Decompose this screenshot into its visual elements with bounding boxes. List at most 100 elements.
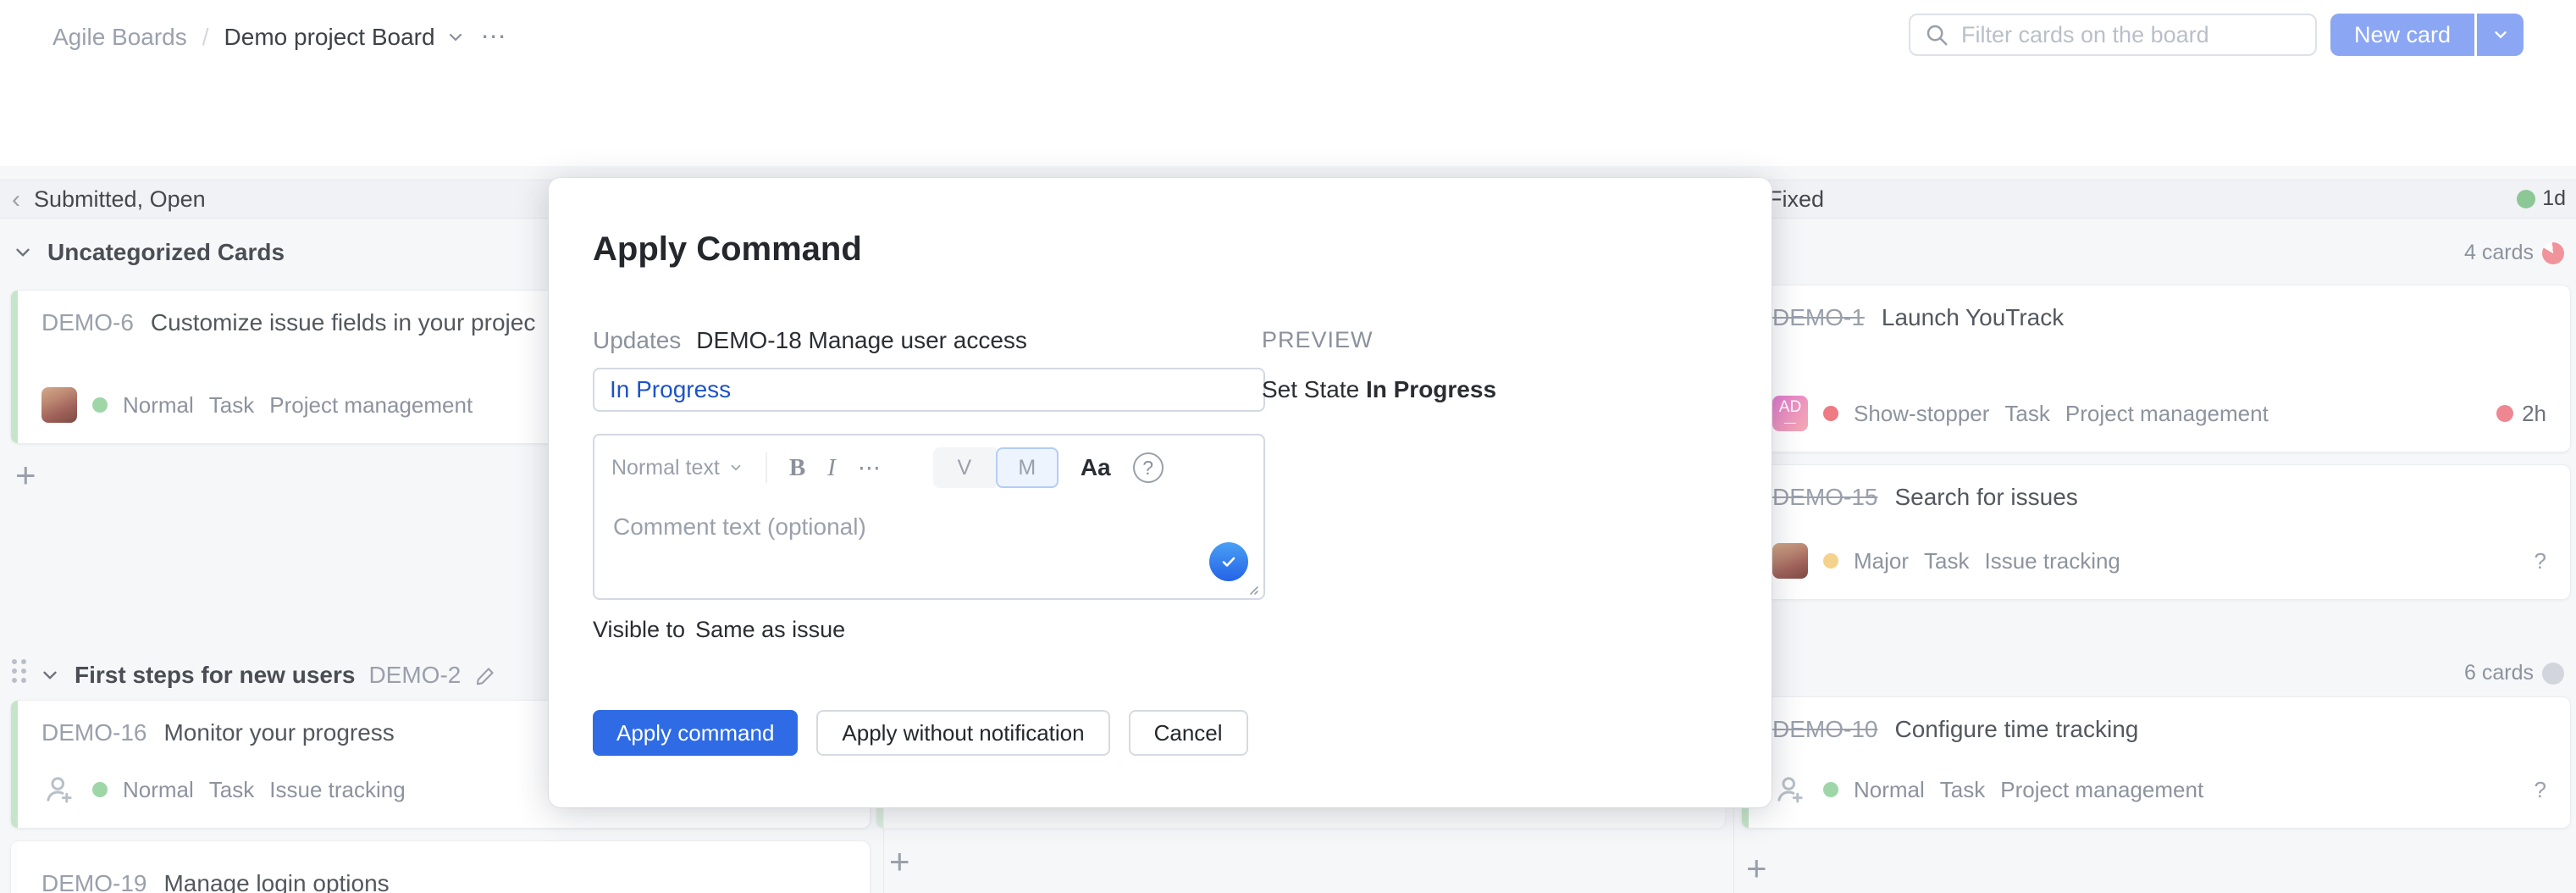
type-tag[interactable]: Task bbox=[209, 392, 254, 419]
swimlane-card-count: 4 cards bbox=[2464, 241, 2564, 265]
column-title: Submitted, Open bbox=[34, 186, 206, 213]
card-id[interactable]: DEMO-19 bbox=[41, 870, 146, 893]
bold-button[interactable]: B bbox=[789, 454, 805, 482]
preview-label: PREVIEW bbox=[1262, 327, 1374, 353]
help-icon[interactable]: ? bbox=[1133, 452, 1164, 483]
filter-cards-input[interactable] bbox=[1961, 22, 2302, 48]
type-tag[interactable]: Task bbox=[1940, 777, 1985, 803]
visibility-row: Visible to Same as issue bbox=[593, 617, 845, 643]
visibility-value[interactable]: Same as issue bbox=[695, 617, 845, 643]
card-demo-1[interactable]: DEMO-1 Launch YouTrack AD— Show-stopper … bbox=[1741, 285, 2571, 452]
card-demo-10[interactable]: DEMO-10 Configure time tracking Normal T… bbox=[1741, 696, 2571, 829]
chevron-down-icon bbox=[728, 460, 744, 475]
filter-cards-search[interactable] bbox=[1909, 14, 2317, 56]
swimlane-first-steps-label[interactable]: First steps for new users DEMO-2 bbox=[12, 659, 498, 691]
priority-tag[interactable]: Normal bbox=[123, 777, 194, 803]
subsystem-tag[interactable]: Project management bbox=[2000, 777, 2203, 803]
type-tag[interactable]: Task bbox=[2004, 401, 2049, 427]
assignee-avatar[interactable] bbox=[1772, 543, 1808, 579]
top-bar: Agile Boards / Demo project Board ⋯ New … bbox=[0, 0, 2576, 76]
card-demo-15[interactable]: DEMO-15 Search for issues Major Task Iss… bbox=[1741, 464, 2571, 600]
priority-showstopper-dot-icon bbox=[1823, 406, 1838, 421]
apply-command-button[interactable]: Apply command bbox=[593, 710, 798, 756]
font-size-button[interactable]: Aa bbox=[1081, 454, 1111, 481]
red-dot-icon bbox=[2496, 405, 2513, 422]
spent-time-value: 2h bbox=[2522, 401, 2546, 427]
subsystem-tag[interactable]: Issue tracking bbox=[269, 777, 405, 803]
markdown-mode-button[interactable]: M bbox=[996, 447, 1059, 488]
swimlane-uncategorized-label[interactable]: Uncategorized Cards bbox=[12, 239, 285, 266]
card-demo-19[interactable]: DEMO-19 Manage login options bbox=[10, 840, 871, 893]
search-icon bbox=[1924, 22, 1949, 47]
subsystem-tag[interactable]: Project management bbox=[2065, 401, 2269, 427]
priority-normal-dot-icon bbox=[92, 782, 108, 797]
new-card-button[interactable]: New card bbox=[2330, 14, 2474, 56]
priority-normal-dot-icon bbox=[1823, 782, 1838, 797]
swimlane-issue-id[interactable]: DEMO-2 bbox=[368, 662, 461, 689]
swimlane-title: Uncategorized Cards bbox=[47, 239, 285, 266]
card-id[interactable]: DEMO-15 bbox=[1772, 484, 1877, 511]
italic-button[interactable]: I bbox=[827, 454, 836, 482]
visual-mode-button[interactable]: V bbox=[933, 447, 996, 488]
estimate-badge: ? bbox=[2535, 548, 2546, 574]
edit-pencil-icon[interactable] bbox=[474, 663, 498, 687]
card-id[interactable]: DEMO-16 bbox=[41, 719, 146, 746]
card-tags-row: Normal Task Project management ? bbox=[1772, 772, 2546, 807]
apply-command-dialog: Apply Command Updates DEMO-18 Manage use… bbox=[549, 178, 1772, 807]
assignee-avatar[interactable] bbox=[41, 387, 77, 423]
text-style-selector[interactable]: Normal text bbox=[611, 456, 744, 480]
priority-tag[interactable]: Normal bbox=[123, 392, 194, 419]
editor-mode-toggle: V M bbox=[933, 447, 1059, 488]
youtrack-agile-board-screen: Agile Boards / Demo project Board ⋯ New … bbox=[0, 0, 2576, 893]
type-tag[interactable]: Task bbox=[209, 777, 254, 803]
chevron-down-icon[interactable] bbox=[39, 664, 61, 686]
preview-action: Set State In Progress bbox=[1262, 376, 1496, 403]
command-input[interactable] bbox=[593, 368, 1265, 412]
type-tag[interactable]: Task bbox=[1924, 548, 1969, 574]
subsystem-tag[interactable]: Issue tracking bbox=[1984, 548, 2120, 574]
estimate-badge: ? bbox=[2535, 777, 2546, 803]
breadcrumb: Agile Boards / Demo project Board ⋯ bbox=[53, 22, 509, 52]
collapse-column-icon[interactable]: ‹ bbox=[12, 187, 20, 213]
assignee-avatar[interactable]: AD— bbox=[1772, 396, 1808, 431]
card-count-text: 6 cards bbox=[2464, 661, 2534, 685]
chevron-down-icon[interactable] bbox=[12, 241, 34, 263]
breadcrumb-current-board[interactable]: Demo project Board bbox=[224, 24, 466, 51]
add-card-button[interactable]: + bbox=[889, 844, 910, 879]
avatar-initials: AD bbox=[1779, 399, 1801, 416]
toolbar-divider bbox=[766, 452, 767, 483]
priority-tag[interactable]: Major bbox=[1854, 548, 1909, 574]
confirm-comment-button[interactable] bbox=[1209, 542, 1248, 581]
card-id[interactable]: DEMO-10 bbox=[1772, 716, 1877, 743]
gray-dot-icon bbox=[2542, 663, 2564, 685]
column-header-submitted-open[interactable]: ‹ Submitted, Open bbox=[12, 186, 206, 213]
card-id[interactable]: DEMO-6 bbox=[41, 309, 134, 336]
column-title: Fixed bbox=[1768, 186, 1824, 213]
card-header: DEMO-10 Configure time tracking bbox=[1772, 716, 2546, 743]
priority-major-dot-icon bbox=[1823, 553, 1838, 569]
spent-time-badge: 2h bbox=[2496, 401, 2546, 427]
priority-tag[interactable]: Normal bbox=[1854, 777, 1925, 803]
card-title: Launch YouTrack bbox=[1882, 304, 2064, 331]
card-title: Search for issues bbox=[1894, 484, 2077, 511]
more-formatting-button[interactable]: ⋯ bbox=[858, 455, 882, 481]
breadcrumb-separator: / bbox=[202, 24, 209, 51]
unassigned-avatar-icon[interactable] bbox=[41, 772, 77, 807]
board-more-menu-icon[interactable]: ⋯ bbox=[481, 22, 509, 52]
new-card-dropdown-button[interactable] bbox=[2474, 14, 2523, 56]
breadcrumb-agile-boards[interactable]: Agile Boards bbox=[53, 24, 187, 51]
comment-placeholder[interactable]: Comment text (optional) bbox=[613, 513, 866, 541]
target-issue-link[interactable]: DEMO-18 Manage user access bbox=[696, 327, 1027, 354]
unassigned-avatar-icon[interactable] bbox=[1772, 772, 1808, 807]
subsystem-tag[interactable]: Project management bbox=[269, 392, 473, 419]
resize-handle-icon[interactable] bbox=[1243, 580, 1260, 596]
drag-handle-icon[interactable] bbox=[12, 659, 25, 691]
cancel-button[interactable]: Cancel bbox=[1129, 710, 1248, 756]
add-card-button[interactable]: + bbox=[15, 458, 36, 493]
apply-without-notification-button[interactable]: Apply without notification bbox=[816, 710, 1109, 756]
add-card-button[interactable]: + bbox=[1746, 851, 1767, 886]
priority-tag[interactable]: Show-stopper bbox=[1854, 401, 1989, 427]
board-title: Demo project Board bbox=[224, 24, 435, 51]
new-card-split-button: New card bbox=[2330, 14, 2523, 56]
card-id[interactable]: DEMO-1 bbox=[1772, 304, 1865, 331]
